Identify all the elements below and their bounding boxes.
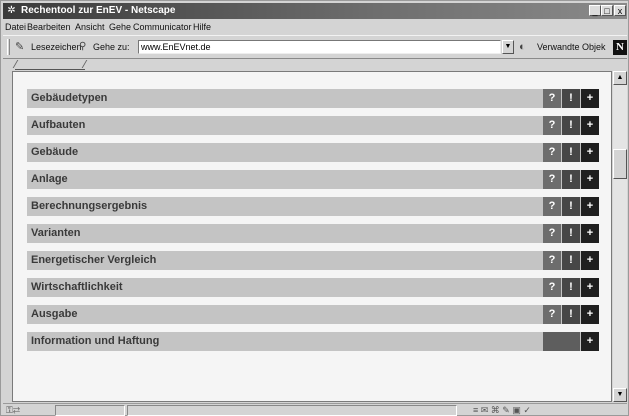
goto-icon: ⚲	[79, 41, 87, 52]
security-icon[interactable]: ⚿⇄	[6, 405, 20, 416]
status-icons[interactable]: ≡ ✉ ⌘ ✎ ▣ ✓	[473, 405, 531, 416]
menu-bar: Datei Bearbeiten Ansicht Gehe Communicat…	[3, 20, 627, 34]
vertical-scrollbar[interactable]: ▲ ▼	[613, 71, 627, 402]
nav-row-label[interactable]: Gebäudetypen	[31, 89, 107, 108]
related-icon[interactable]: ◐	[519, 41, 535, 53]
help-button[interactable]: ?	[543, 224, 561, 243]
nav-row-label[interactable]: Aufbauten	[31, 116, 85, 135]
menu-gehe[interactable]: Gehe	[109, 21, 131, 33]
help-button[interactable]: ?	[543, 251, 561, 270]
scroll-down-icon[interactable]: ▼	[613, 388, 627, 402]
url-dropdown-button[interactable]: ▼	[502, 40, 514, 54]
title-bar: ✲ Rechentool zur EnEV - Netscape _ □ x	[3, 3, 627, 19]
info-button[interactable]: !	[562, 224, 580, 243]
nav-row-anlage[interactable]: Anlage ? ! +	[27, 170, 599, 189]
nav-row-label[interactable]: Gebäude	[31, 143, 78, 162]
bookmarks-icon[interactable]: ✎	[15, 41, 29, 53]
nav-row-ausgabe[interactable]: Ausgabe ? ! +	[27, 305, 599, 324]
status-progress-field	[55, 405, 125, 416]
menu-bearbeiten[interactable]: Bearbeiten	[27, 21, 71, 33]
netscape-logo[interactable]: N	[613, 40, 627, 55]
help-button[interactable]: ?	[543, 143, 561, 162]
help-button[interactable]: ?	[543, 305, 561, 324]
netscape-app-icon: ✲	[7, 5, 16, 16]
help-button[interactable]: ?	[543, 278, 561, 297]
nav-row-wirtschaftlichkeit[interactable]: Wirtschaftlichkeit ? ! +	[27, 278, 599, 297]
expand-button[interactable]: +	[581, 305, 599, 324]
expand-button[interactable]: +	[581, 170, 599, 189]
expand-button[interactable]: +	[581, 116, 599, 135]
help-button[interactable]: ?	[543, 116, 561, 135]
page-content: Gebäudetypen ? ! + Aufbauten ? ! + Gebäu…	[12, 71, 612, 402]
info-button[interactable]: !	[562, 143, 580, 162]
info-button[interactable]: !	[562, 251, 580, 270]
nav-row-label[interactable]: Ausgabe	[31, 305, 77, 324]
menu-communicator[interactable]: Communicator	[133, 21, 192, 33]
info-button[interactable]: !	[562, 278, 580, 297]
info-button[interactable]: !	[562, 170, 580, 189]
location-toolbar: ✎ Lesezeichen ⚲ Gehe zu: ▼ ◐ Verwandte O…	[3, 35, 627, 59]
info-button[interactable]: !	[562, 197, 580, 216]
nav-row-energetischer-vergleich[interactable]: Energetischer Vergleich ? ! +	[27, 251, 599, 270]
status-text-field	[127, 405, 457, 416]
related-button[interactable]: Verwandte Objek	[537, 41, 606, 53]
maximize-button[interactable]: □	[601, 5, 613, 16]
nav-row-aufbauten[interactable]: Aufbauten ? ! +	[27, 116, 599, 135]
goto-label: Gehe zu:	[93, 42, 130, 52]
expand-button[interactable]: +	[581, 278, 599, 297]
nav-row-information-und-haftung[interactable]: Information und Haftung +	[27, 332, 599, 351]
scroll-up-icon[interactable]: ▲	[613, 71, 627, 85]
help-button[interactable]: ?	[543, 197, 561, 216]
status-bar: ⚿⇄ ≡ ✉ ⌘ ✎ ▣ ✓	[3, 403, 627, 416]
expand-button[interactable]: +	[581, 89, 599, 108]
minimize-button[interactable]: _	[589, 5, 601, 16]
info-button[interactable]: !	[562, 89, 580, 108]
nav-row-varianten[interactable]: Varianten ? ! +	[27, 224, 599, 243]
menu-hilfe[interactable]: Hilfe	[193, 21, 211, 33]
nav-row-label[interactable]: Energetischer Vergleich	[31, 251, 156, 270]
browser-window: ✲ Rechentool zur EnEV - Netscape _ □ x D…	[0, 0, 629, 416]
nav-row-gebaeudetypen[interactable]: Gebäudetypen ? ! +	[27, 89, 599, 108]
scroll-thumb[interactable]	[613, 149, 627, 179]
info-button[interactable]: !	[562, 116, 580, 135]
help-button[interactable]: ?	[543, 170, 561, 189]
tab-handle[interactable]	[15, 60, 85, 70]
bookmarks-button[interactable]: Lesezeichen	[31, 41, 82, 53]
tab-strip	[3, 60, 627, 70]
nav-row-gebaeude[interactable]: Gebäude ? ! +	[27, 143, 599, 162]
button-spacer	[543, 332, 580, 351]
help-button[interactable]: ?	[543, 89, 561, 108]
close-button[interactable]: x	[614, 5, 626, 16]
nav-row-label[interactable]: Anlage	[31, 170, 68, 189]
expand-button[interactable]: +	[581, 143, 599, 162]
nav-row-label[interactable]: Information und Haftung	[31, 332, 159, 351]
nav-row-label[interactable]: Varianten	[31, 224, 81, 243]
expand-button[interactable]: +	[581, 251, 599, 270]
url-input[interactable]	[138, 40, 501, 54]
menu-ansicht[interactable]: Ansicht	[75, 21, 105, 33]
nav-row-label[interactable]: Berechnungsergebnis	[31, 197, 147, 216]
window-title: Rechentool zur EnEV - Netscape	[21, 5, 176, 16]
expand-button[interactable]: +	[581, 332, 599, 351]
menu-datei[interactable]: Datei	[5, 21, 26, 33]
expand-button[interactable]: +	[581, 197, 599, 216]
nav-row-berechnungsergebnis[interactable]: Berechnungsergebnis ? ! +	[27, 197, 599, 216]
expand-button[interactable]: +	[581, 224, 599, 243]
nav-row-label[interactable]: Wirtschaftlichkeit	[31, 278, 123, 297]
info-button[interactable]: !	[562, 305, 580, 324]
toolbar-grip[interactable]	[7, 39, 10, 55]
